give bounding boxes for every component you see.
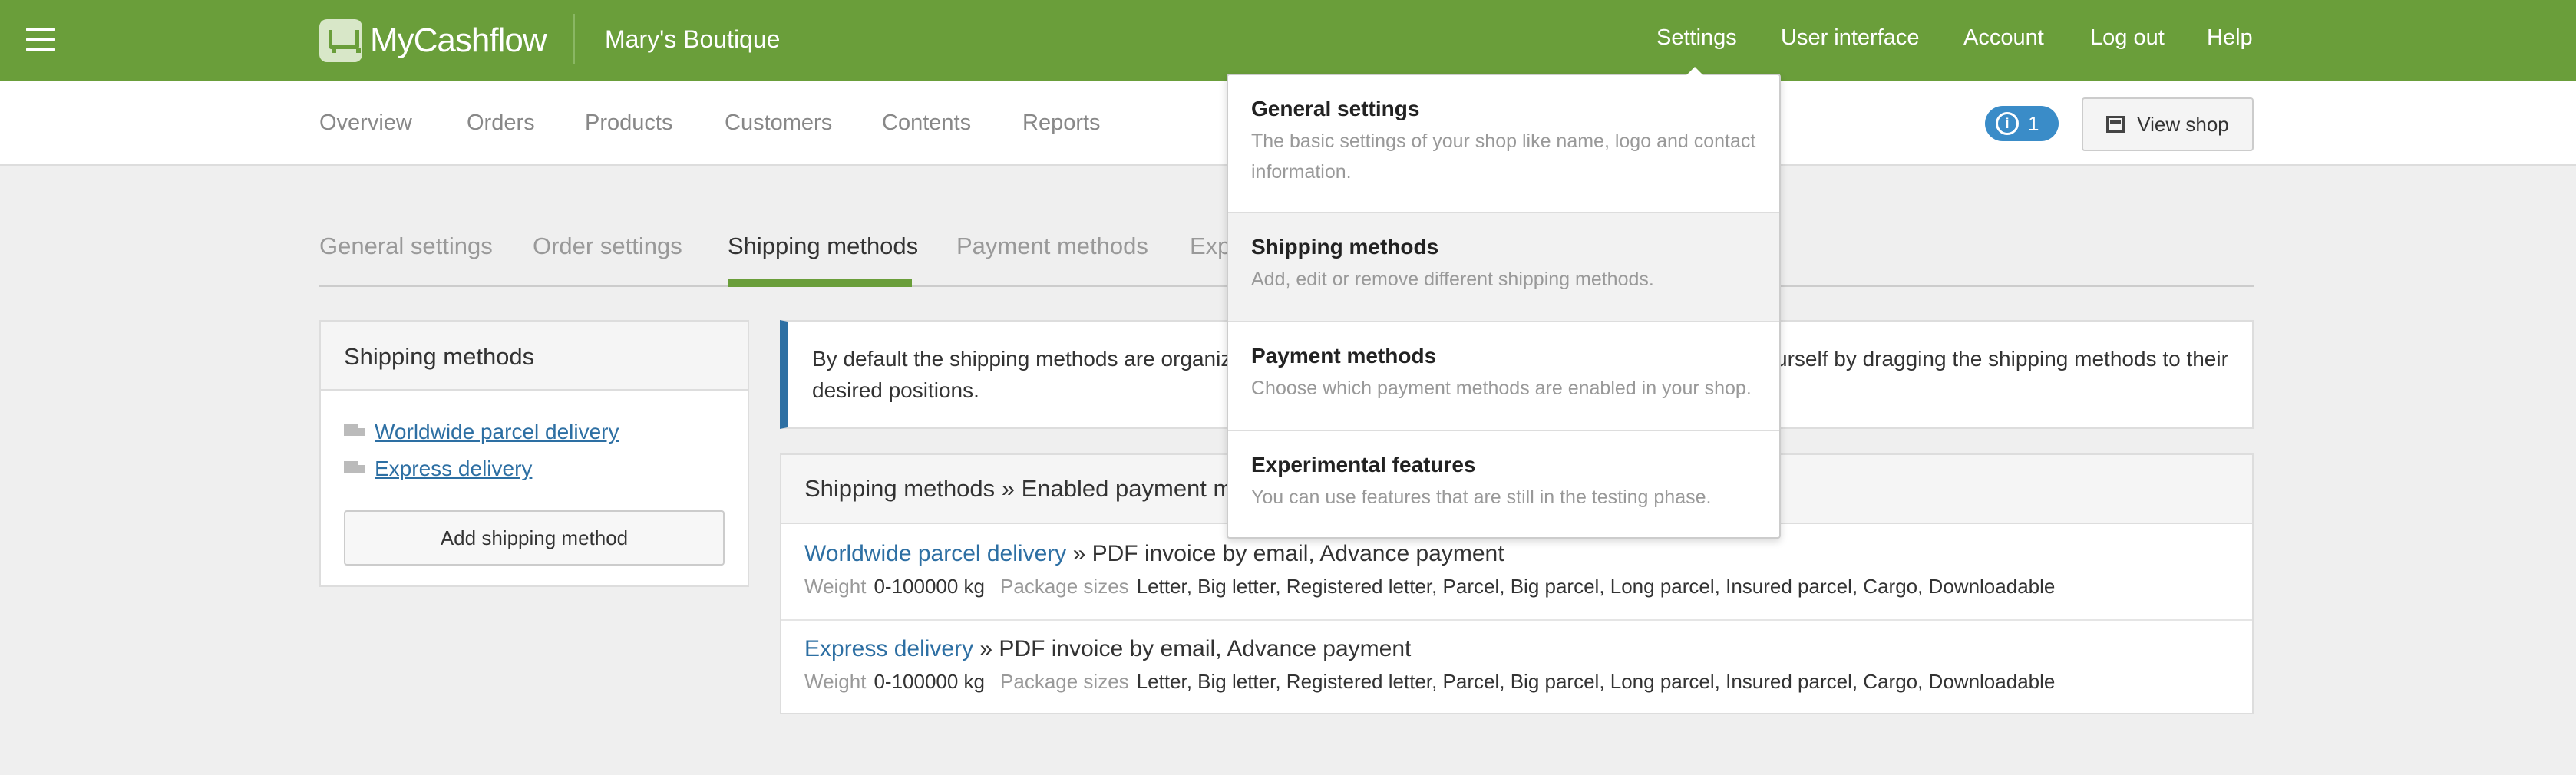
dropdown-item-desc: You can use features that are still in t… xyxy=(1251,486,1712,508)
list-item: Express delivery » PDF invoice by email,… xyxy=(781,636,2252,694)
subnav-reports[interactable]: Reports xyxy=(1022,110,1101,136)
cart-logo-icon xyxy=(319,19,362,62)
topnav-help[interactable]: Help xyxy=(2207,25,2253,51)
sizes-value: Letter, Big letter, Registered letter, P… xyxy=(1136,670,2056,693)
topnav-settings[interactable]: Settings xyxy=(1656,25,1737,51)
weight-value: 0-100000 kg xyxy=(874,670,986,693)
dropdown-item-title: General settings xyxy=(1251,97,1420,120)
info-text-end: urself by dragging the shipping methods … xyxy=(1775,347,2228,371)
active-tab-indicator xyxy=(728,279,912,287)
dropdown-item-shipping-methods[interactable]: Shipping methods Add, edit or remove dif… xyxy=(1228,213,1779,322)
subnav-overview[interactable]: Overview xyxy=(319,110,412,136)
view-shop-label: View shop xyxy=(2137,112,2229,136)
row-meta: Weight 0-100000 kg Package sizes Letter, Bi… xyxy=(804,575,2229,599)
notification-count: 1 xyxy=(2028,111,2039,135)
sizes-label: Package sizes xyxy=(1000,575,1129,598)
list-item: Worldwide parcel delivery » PDF invoice … xyxy=(781,541,2252,599)
view-shop-button[interactable]: View shop xyxy=(2082,97,2254,151)
divider xyxy=(573,14,575,64)
shipping-method-link[interactable]: Express delivery xyxy=(804,636,973,661)
payment-list: » PDF invoice by email, Advance payment xyxy=(1066,541,1504,566)
weight-label: Weight xyxy=(804,575,867,598)
menu-icon[interactable] xyxy=(26,28,55,52)
info-icon: i xyxy=(1996,112,2019,135)
shipping-link-worldwide[interactable]: Worldwide parcel delivery xyxy=(344,420,619,444)
notification-badge[interactable]: i 1 xyxy=(1985,106,2059,141)
top-bar: MyCashflow Mary's Boutique Settings User… xyxy=(0,0,2576,81)
settings-dropdown: General settings The basic settings of y… xyxy=(1227,74,1781,539)
topnav-user-interface[interactable]: User interface xyxy=(1781,25,1920,51)
add-shipping-method-button[interactable]: Add shipping method xyxy=(344,510,725,566)
dropdown-item-desc: The basic settings of your shop like nam… xyxy=(1251,130,1756,183)
row-meta: Weight 0-100000 kg Package sizes Letter, Bi… xyxy=(804,670,2229,694)
dropdown-item-desc: Add, edit or remove different shipping m… xyxy=(1251,269,1654,290)
shipping-method-link[interactable]: Worldwide parcel delivery xyxy=(804,541,1066,566)
dropdown-item-title: Shipping methods xyxy=(1251,235,1439,259)
shipping-link-label: Express delivery xyxy=(375,457,533,480)
dropdown-item-payment-methods[interactable]: Payment methods Choose which payment met… xyxy=(1228,322,1779,431)
shipping-link-label: Worldwide parcel delivery xyxy=(375,420,619,444)
payment-list: » PDF invoice by email, Advance payment xyxy=(973,636,1412,661)
panel-title: Shipping methods xyxy=(321,322,748,391)
logo[interactable]: MyCashflow xyxy=(319,18,547,63)
sizes-label: Package sizes xyxy=(1000,670,1129,693)
shipping-methods-panel: Shipping methods Worldwide parcel delive… xyxy=(319,320,749,587)
topnav-logout[interactable]: Log out xyxy=(2090,25,2165,51)
brand-name: MyCashflow xyxy=(370,21,547,59)
weight-label: Weight xyxy=(804,670,867,693)
row-divider xyxy=(781,619,2252,621)
dropdown-caret xyxy=(1686,67,1704,76)
dropdown-item-title: Experimental features xyxy=(1251,453,1476,477)
dropdown-item-desc: Choose which payment methods are enabled… xyxy=(1251,378,1752,399)
tab-payment-methods[interactable]: Payment methods xyxy=(956,232,1148,260)
row-title: Express delivery » PDF invoice by email,… xyxy=(804,636,2229,662)
dropdown-item-general-settings[interactable]: General settings The basic settings of y… xyxy=(1228,75,1779,213)
row-title: Worldwide parcel delivery » PDF invoice … xyxy=(804,541,2229,567)
sizes-value: Letter, Big letter, Registered letter, P… xyxy=(1136,575,2056,598)
subnav-orders[interactable]: Orders xyxy=(467,110,535,136)
weight-value: 0-100000 kg xyxy=(874,575,986,598)
info-text-start: By default the shipping methods are orga… xyxy=(812,347,1243,371)
tab-experimental[interactable]: Exp xyxy=(1190,232,1230,260)
tab-shipping-methods[interactable]: Shipping methods xyxy=(728,232,918,260)
tab-general-settings[interactable]: General settings xyxy=(319,232,493,260)
truck-icon xyxy=(344,461,365,477)
subnav-products[interactable]: Products xyxy=(585,110,672,136)
truck-icon xyxy=(344,424,365,440)
tab-order-settings[interactable]: Order settings xyxy=(533,232,682,260)
shop-name: Mary's Boutique xyxy=(605,25,781,53)
subnav-customers[interactable]: Customers xyxy=(725,110,832,136)
shipping-link-express[interactable]: Express delivery xyxy=(344,457,532,481)
dropdown-item-title: Payment methods xyxy=(1251,344,1437,368)
dropdown-item-experimental-features[interactable]: Experimental features You can use featur… xyxy=(1228,431,1779,539)
subnav-contents[interactable]: Contents xyxy=(882,110,971,136)
topnav-account[interactable]: Account xyxy=(1963,25,2044,51)
store-icon xyxy=(2106,116,2125,133)
